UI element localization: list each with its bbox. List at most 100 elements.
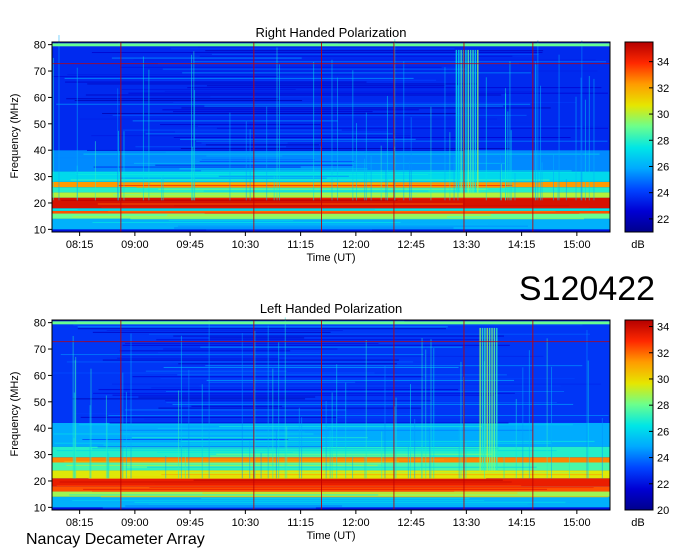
heatmap-streak: [102, 507, 316, 509]
heatmap-streak: [88, 477, 487, 479]
panel-title: Left Handed Polarization: [260, 301, 402, 316]
heatmap-streak: [192, 146, 194, 201]
heatmap-streak: [178, 363, 397, 365]
heatmap-streak: [83, 488, 548, 490]
interference-line: [52, 341, 610, 343]
heatmap-streak: [158, 188, 488, 190]
heatmap-streak: [206, 229, 373, 231]
heatmap-streak: [210, 455, 431, 457]
heatmap-streak: [267, 325, 269, 479]
x-tick-label: 14:15: [508, 239, 536, 251]
heatmap-streak: [124, 409, 346, 411]
heatmap-band: [52, 187, 610, 193]
x-tick-label: 10:30: [232, 517, 260, 529]
heatmap-streak: [499, 154, 501, 201]
colorbar-gradient: [624, 319, 654, 511]
x-tick-label: 13:30: [453, 239, 481, 251]
heatmap-streak: [126, 468, 420, 470]
heatmap-streak: [429, 428, 431, 479]
heatmap-streak: [581, 40, 583, 201]
burst-streak: [469, 49, 472, 193]
heatmap-streak: [380, 145, 382, 201]
heatmap-band: [52, 181, 610, 188]
heatmap-streak: [184, 450, 186, 479]
heatmap-streak: [430, 106, 432, 201]
burst-streak: [491, 327, 493, 471]
heatmap-streak: [510, 130, 512, 201]
heatmap-streak: [425, 349, 427, 479]
y-tick-label: 40: [34, 145, 46, 157]
heatmap-streak: [160, 124, 321, 126]
heatmap-streak: [174, 205, 570, 207]
heatmap-streak: [130, 218, 585, 220]
colorbar-gradient: [624, 41, 654, 233]
burst-streak: [460, 49, 462, 193]
heatmap-streak: [249, 440, 251, 479]
edge-band: [52, 43, 610, 47]
heatmap-streak: [601, 418, 603, 479]
heatmap-streak: [67, 74, 354, 76]
heatmap-streak: [181, 107, 551, 109]
colorbar-tick-label: 30: [657, 374, 669, 386]
heatmap-streak: [93, 166, 301, 168]
heatmap-streak: [196, 140, 608, 142]
heatmap-streak: [394, 406, 396, 479]
heatmap-streak: [286, 426, 288, 479]
y-tick-label: 30: [34, 450, 46, 462]
heatmap-streak: [210, 96, 340, 98]
heatmap-streak: [174, 227, 454, 229]
heatmap-streak: [64, 461, 399, 463]
heatmap-streak: [177, 225, 528, 227]
heatmap-streak: [364, 456, 366, 479]
burst-streak: [455, 49, 458, 193]
heatmap-streak: [385, 164, 387, 201]
event-label: S120422: [519, 270, 655, 308]
colorbar-tick-label: 34: [657, 57, 669, 69]
burst-streak: [481, 327, 484, 471]
heatmap-streak: [501, 164, 503, 201]
heatmap-streak: [103, 444, 485, 446]
heatmap-streak: [182, 72, 531, 74]
heatmap-streak: [166, 223, 489, 225]
x-tick-label: 11:15: [287, 239, 314, 251]
heatmap-streak: [587, 360, 589, 479]
heatmap-streak: [112, 383, 602, 385]
heatmap-streak: [254, 330, 256, 479]
y-tick-label: 70: [34, 344, 46, 356]
heatmap-streak: [133, 59, 596, 61]
footer-credit: Nancay Decameter Array: [26, 531, 205, 548]
burst-streak: [467, 49, 470, 193]
heatmap-streak: [164, 90, 535, 92]
heatmap-streak: [129, 420, 605, 422]
x-tick-label: 09:00: [121, 517, 149, 529]
y-axis-ticks: 10 20 30 40 50 60 70 80: [34, 40, 52, 236]
heatmap-streak: [121, 88, 296, 90]
heatmap-streak: [92, 221, 401, 223]
heatmap-streak: [165, 455, 167, 479]
x-tick-label: 14:15: [508, 517, 536, 529]
heatmap-streak: [208, 319, 210, 479]
heatmap-streak: [145, 116, 445, 118]
heatmap-streak: [201, 384, 203, 479]
y-axis-label: Frequency (MHz): [9, 94, 21, 179]
heatmap-streak: [173, 101, 576, 103]
heatmap-streak: [557, 171, 559, 201]
heatmap-streak: [584, 99, 586, 201]
heatmap-streak: [163, 348, 338, 350]
colorbar: [624, 319, 654, 511]
heatmap-streak: [162, 174, 164, 201]
heatmap-streak: [158, 407, 422, 409]
colorbar-tick-label: 26: [657, 161, 669, 173]
heatmap-streak: [156, 470, 342, 472]
heatmap-streak: [122, 372, 124, 479]
heatmap-streak: [97, 203, 463, 205]
heatmap-streak: [407, 443, 409, 479]
heatmap-streak: [109, 422, 509, 424]
heatmap-streak: [165, 400, 432, 402]
heatmap-streak: [515, 398, 517, 479]
heatmap-streak: [125, 505, 343, 507]
heatmap-streak: [541, 162, 543, 201]
colorbar-tick-label: 32: [657, 83, 669, 95]
heatmap-streak: [216, 127, 609, 129]
heatmap-streak: [540, 85, 542, 201]
